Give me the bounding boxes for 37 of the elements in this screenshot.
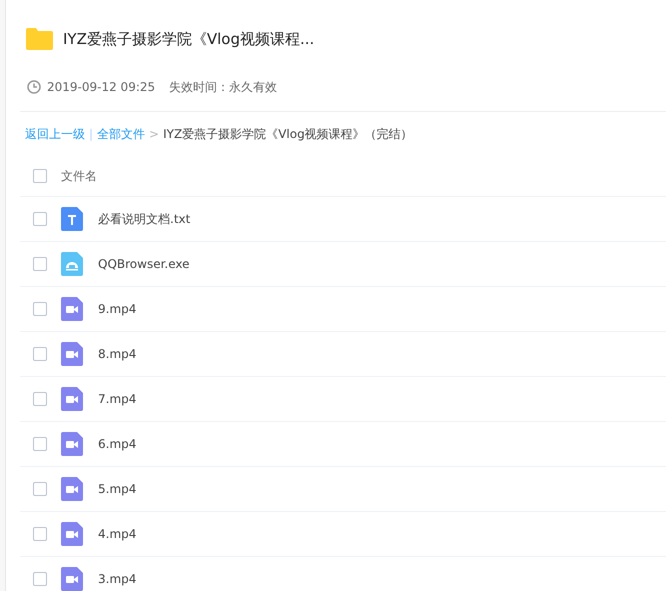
video-file-icon [61,432,83,456]
select-all-checkbox[interactable] [33,169,47,183]
file-name[interactable]: 5.mp4 [98,482,136,496]
file-name[interactable]: 必看说明文档.txt [98,210,190,228]
video-file-icon [61,297,83,321]
file-checkbox[interactable] [33,482,47,496]
file-checkbox[interactable] [33,437,47,451]
file-name[interactable]: 6.mp4 [98,437,136,451]
current-folder: IYZ爱燕子摄影学院《Vlog视频课程》（完结） [163,126,413,142]
file-name[interactable]: 7.mp4 [98,392,136,406]
video-file-icon [61,342,83,366]
file-name[interactable]: 9.mp4 [98,302,136,316]
app-file-icon [61,252,83,276]
breadcrumb-arrow: > [149,127,160,141]
file-checkbox[interactable] [33,347,47,361]
separator: | [89,127,94,141]
expiry-text: 失效时间：永久有效 [169,78,278,96]
file-checkbox[interactable] [33,302,47,316]
clock-icon [27,80,41,94]
file-checkbox[interactable] [33,392,47,406]
file-name[interactable]: QQBrowser.exe [98,257,190,271]
video-file-icon [61,567,83,591]
video-file-icon [61,477,83,501]
file-checkbox[interactable] [33,572,47,586]
video-file-icon [61,387,83,411]
file-name[interactable]: 4.mp4 [98,527,136,541]
video-file-icon [61,522,83,546]
file-checkbox[interactable] [33,527,47,541]
folder-title: IYZ爱燕子摄影学院《Vlog视频课程... [63,30,314,48]
file-name[interactable]: 3.mp4 [98,572,136,586]
file-name[interactable]: 8.mp4 [98,347,136,361]
column-header: 文件名 [61,168,97,184]
file-checkbox[interactable] [33,257,47,271]
text-file-icon [61,207,83,231]
file-checkbox[interactable] [33,212,47,226]
share-date: 2019-09-12 09:25 [47,80,156,94]
folder-icon [26,28,53,50]
